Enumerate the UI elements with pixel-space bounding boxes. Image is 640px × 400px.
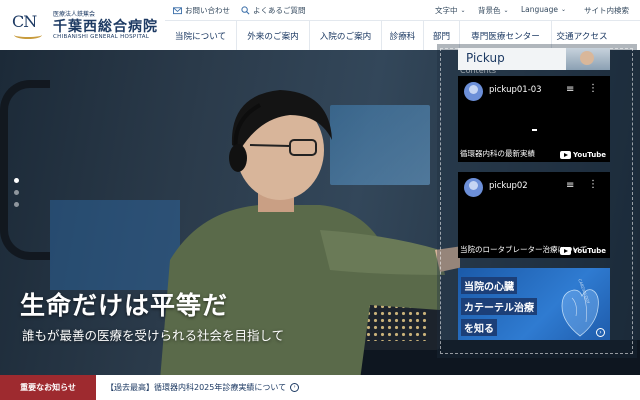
logo-hospital-name: 千葉西総合病院: [53, 19, 158, 35]
youtube-play-icon: [560, 151, 571, 159]
important-news-bar: 重要なお知らせ 【過去最高】循環器内科2025年診療実績について ›: [0, 375, 640, 400]
contact-link[interactable]: お問い合わせ: [173, 5, 230, 16]
video-title: pickup02: [489, 181, 528, 191]
nav-item-about[interactable]: 当院について: [165, 21, 237, 50]
hero-background-chair: [0, 80, 50, 260]
hero-headline: 生命だけは平等だ: [20, 291, 229, 320]
utility-bar: お問い合わせ よくあるご質問 文字中 ⌄ 背景色 ⌄ Language ⌄ サイ…: [165, 0, 640, 20]
site-header: CN 医療法人鉄蕉会 千葉西総合病院 CHIBANISHI GENERAL HO…: [0, 0, 640, 50]
language-label: Language: [521, 5, 559, 14]
news-label: 重要なお知らせ: [0, 375, 96, 400]
logo-mark-text: CN: [12, 12, 37, 31]
pickup-video-1[interactable]: pickup01-03 ≡ ⋮ 循環器内科の最新実績 YouTube: [458, 76, 610, 162]
playlist-icon[interactable]: ≡: [566, 84, 574, 95]
channel-avatar-icon: [464, 82, 483, 101]
site-search-label: サイト内検索: [584, 6, 629, 15]
hospital-logo[interactable]: CN 医療法人鉄蕉会 千葉西総合病院 CHIBANISHI GENERAL HO…: [10, 9, 170, 41]
heart-icon: [561, 289, 599, 337]
more-vertical-icon[interactable]: ⋮: [588, 83, 598, 94]
youtube-logo[interactable]: YouTube: [560, 151, 606, 159]
search-icon: [241, 6, 250, 15]
logo-arc: [14, 31, 42, 39]
catheter-banner[interactable]: 当院の心臓 カテーテル治療 を知る CARDIOLOGY ›: [458, 268, 610, 340]
faq-link[interactable]: よくあるご質問: [241, 5, 306, 16]
pickup-title: Pickup: [466, 51, 505, 65]
news-link[interactable]: 【過去最高】循環器内科2025年診療実績について ›: [106, 375, 300, 400]
banner-line-2: カテーテル治療: [461, 298, 537, 315]
video-caption: 循環器内科の最新実績: [460, 149, 535, 158]
video-frame-dot: [532, 129, 537, 131]
slide-dot[interactable]: [14, 178, 19, 183]
playlist-icon[interactable]: ≡: [566, 180, 574, 191]
video-title: pickup01-03: [489, 85, 542, 95]
slide-dot[interactable]: [14, 190, 19, 195]
logo-mark: CN: [10, 11, 50, 39]
news-text: 【過去最高】循環器内科2025年診療実績について: [106, 383, 287, 392]
youtube-logo[interactable]: YouTube: [560, 247, 606, 255]
site-search-button[interactable]: サイト内検索: [584, 5, 629, 16]
banner-line-1: 当院の心臓: [461, 277, 517, 294]
hero-subline: 誰もが最善の医療を受けられる社会を目指して: [22, 328, 285, 343]
nav-item-departments[interactable]: 診療科: [382, 21, 424, 50]
bg-color-label: 背景色: [478, 6, 501, 15]
arrow-right-icon: ›: [290, 383, 300, 392]
nav-item-outpatient[interactable]: 外来のご案内: [237, 21, 310, 50]
youtube-label: YouTube: [573, 247, 606, 255]
slide-dot[interactable]: [14, 202, 19, 207]
mail-icon: [173, 7, 182, 15]
faq-label: よくあるご質問: [253, 6, 306, 15]
youtube-play-icon: [560, 247, 571, 255]
nav-item-inpatient[interactable]: 入院のご案内: [310, 21, 382, 50]
arrow-right-icon: ›: [596, 328, 605, 337]
pickup-doctor-image: [566, 48, 610, 70]
chevron-down-icon: ⌄: [503, 7, 509, 14]
pickup-video-2[interactable]: pickup02 ≡ ⋮ 当院のロータブレーター治療について YouTube: [458, 172, 610, 258]
slide-indicators: [13, 178, 21, 218]
bg-color-select[interactable]: 背景色 ⌄: [478, 5, 509, 16]
font-size-select[interactable]: 文字中 ⌄: [435, 5, 466, 16]
chevron-down-icon: ⌄: [460, 7, 466, 14]
channel-avatar-icon: [464, 178, 483, 197]
youtube-label: YouTube: [573, 151, 606, 159]
more-vertical-icon[interactable]: ⋮: [588, 179, 598, 190]
font-size-label: 文字中: [435, 6, 458, 15]
banner-line-3: を知る: [461, 319, 497, 336]
contact-label: お問い合わせ: [185, 6, 230, 15]
chevron-down-icon: ⌄: [561, 6, 567, 13]
logo-english-name: CHIBANISHI GENERAL HOSPITAL: [53, 34, 150, 40]
language-select[interactable]: Language ⌄: [521, 5, 566, 14]
